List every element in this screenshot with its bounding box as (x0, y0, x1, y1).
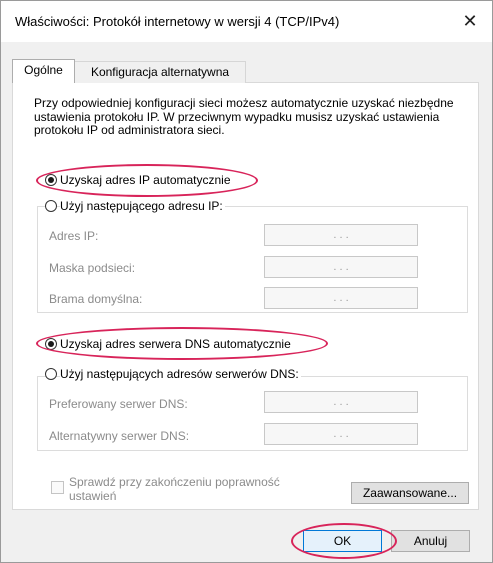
close-icon[interactable]: ✕ (458, 9, 482, 33)
alternate-dns-field: . . . (264, 423, 418, 445)
radio-use-static-dns[interactable]: Użyj następujących adresów serwerów DNS: (45, 367, 301, 381)
ip-address-value: . . . (333, 229, 349, 241)
subnet-mask-field: . . . (264, 256, 418, 278)
advanced-button[interactable]: Zaawansowane... (351, 482, 469, 504)
highlight-ring-ok-button (291, 523, 397, 559)
ip-address-field: . . . (264, 224, 418, 246)
default-gateway-label: Brama domyślna: (49, 292, 143, 306)
alternate-dns-label: Alternatywny serwer DNS: (49, 429, 190, 443)
alternate-dns-value: . . . (333, 428, 349, 440)
radio-use-static-dns-label: Użyj następujących adresów serwerów DNS: (60, 367, 301, 381)
subnet-mask-value: . . . (333, 261, 349, 273)
dialog-title: Właściwości: Protokół internetowy w wers… (15, 14, 340, 29)
highlight-ring-ip-auto (36, 164, 258, 197)
radio-unselected-icon (45, 200, 57, 212)
default-gateway-field: . . . (264, 287, 418, 309)
validate-on-exit-checkbox (51, 481, 64, 494)
radio-use-static-ip-label: Użyj następującego adresu IP: (60, 199, 225, 213)
cancel-button[interactable]: Anuluj (391, 530, 470, 552)
preferred-dns-label: Preferowany serwer DNS: (49, 397, 188, 411)
highlight-ring-dns-auto (36, 327, 328, 360)
description-text: Przy odpowiedniej konfiguracji sieci moż… (34, 96, 454, 137)
preferred-dns-field: . . . (264, 391, 418, 413)
radio-unselected-icon (45, 368, 57, 380)
default-gateway-value: . . . (333, 292, 349, 304)
ip-address-label: Adres IP: (49, 229, 99, 243)
validate-on-exit-label: Sprawdź przy zakończeniu poprawność usta… (69, 475, 280, 503)
preferred-dns-value: . . . (333, 396, 349, 408)
subnet-mask-label: Maska podsieci: (49, 261, 136, 275)
tab-alternate-configuration[interactable]: Konfiguracja alternatywna (74, 61, 246, 83)
tab-general[interactable]: Ogólne (12, 59, 75, 83)
title-bar: Właściwości: Protokół internetowy w wers… (1, 1, 492, 42)
radio-use-static-ip[interactable]: Użyj następującego adresu IP: (45, 199, 225, 213)
